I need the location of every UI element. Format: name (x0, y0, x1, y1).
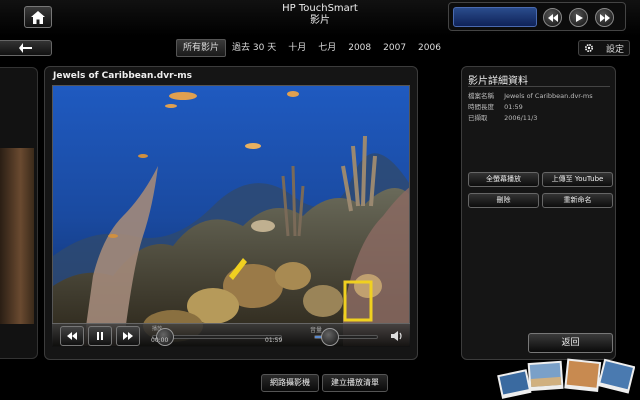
detail-key: 時間長度 (468, 103, 494, 111)
video-title: Jewels of Caribbean.dvr-ms (53, 71, 192, 81)
filter-bar: 所有影片 過去 30 天 十月 七月 2008 2007 2006 設定 (0, 39, 640, 57)
tab-2006[interactable]: 2006 (412, 39, 447, 57)
volume-slider-handle[interactable] (321, 328, 339, 346)
fast-forward-icon (599, 13, 610, 22)
tab-2008[interactable]: 2008 (342, 39, 377, 57)
media-rewind-button[interactable] (543, 8, 562, 27)
coral-reef-video-image (53, 86, 409, 346)
photo-stack-thumbnails[interactable] (495, 352, 635, 400)
gear-icon (584, 43, 594, 53)
total-time: 01:59 (265, 337, 283, 344)
speaker-icon[interactable] (388, 328, 404, 344)
detail-value: Jewels of Caribbean.dvr-ms (504, 92, 593, 100)
volume-label: 音量 (310, 327, 323, 334)
previous-video-thumbnail (0, 148, 34, 324)
previous-video-preview[interactable] (0, 67, 38, 359)
media-control-panel (448, 2, 626, 31)
video-player-panel: Jewels of Caribbean.dvr-ms 播放 00:00 01:5… (44, 66, 418, 360)
return-button[interactable]: 返回 (528, 333, 613, 353)
elapsed-time: 00:00 (151, 337, 169, 344)
rewind-button[interactable] (60, 326, 84, 346)
now-playing-display (453, 7, 537, 27)
detail-key: 檔案名稱 (468, 92, 494, 100)
pause-button[interactable] (88, 326, 112, 346)
settings-label: 設定 (606, 44, 625, 55)
playback-controls: 播放 00:00 01:59 音量 (52, 323, 410, 347)
upload-youtube-button[interactable]: 上傳至 YouTube (542, 172, 613, 187)
rewind-icon (547, 13, 558, 22)
video-frame[interactable] (52, 85, 410, 347)
tab-all-videos[interactable]: 所有影片 (176, 39, 227, 57)
rewind-icon (67, 332, 77, 340)
tab-2007[interactable]: 2007 (377, 39, 412, 57)
detail-value: 2006/11/3 (504, 114, 538, 122)
fullscreen-play-button[interactable]: 全螢幕播放 (468, 172, 539, 187)
media-play-button[interactable] (569, 8, 588, 27)
delete-button[interactable]: 刪除 (468, 193, 539, 208)
settings-button[interactable]: 設定 (578, 40, 630, 56)
top-bar: HP TouchSmart 影片 (0, 0, 640, 36)
back-button[interactable] (0, 40, 52, 56)
fast-forward-button[interactable] (116, 326, 140, 346)
tab-last-30-days[interactable]: 過去 30 天 (226, 39, 282, 57)
video-details-panel: 影片詳細資料 檔案名稱 Jewels of Caribbean.dvr-ms 時… (461, 66, 616, 360)
filter-tabs: 所有影片 過去 30 天 十月 七月 2008 2007 2006 (176, 39, 447, 57)
detail-row-captured: 已擷取 2006/11/3 (468, 112, 537, 122)
bottom-actions: 網路攝影機 建立播放清單 (261, 374, 388, 392)
detail-key: 已擷取 (468, 114, 488, 122)
detail-value: 01:59 (504, 103, 523, 111)
detail-row-filename: 檔案名稱 Jewels of Caribbean.dvr-ms (468, 90, 593, 100)
play-icon (575, 13, 583, 22)
back-arrow-icon (18, 43, 32, 53)
detail-row-duration: 時間長度 01:59 (468, 101, 523, 111)
details-divider (468, 86, 610, 87)
fast-forward-icon (123, 332, 133, 340)
webcam-button[interactable]: 網路攝影機 (261, 374, 319, 392)
media-fast-forward-button[interactable] (595, 8, 614, 27)
details-title: 影片詳細資料 (468, 76, 528, 87)
tab-july[interactable]: 七月 (312, 39, 342, 57)
pause-icon (97, 332, 103, 340)
create-playlist-button[interactable]: 建立播放清單 (322, 374, 388, 392)
tab-october[interactable]: 十月 (282, 39, 312, 57)
rename-button[interactable]: 重新命名 (542, 193, 613, 208)
